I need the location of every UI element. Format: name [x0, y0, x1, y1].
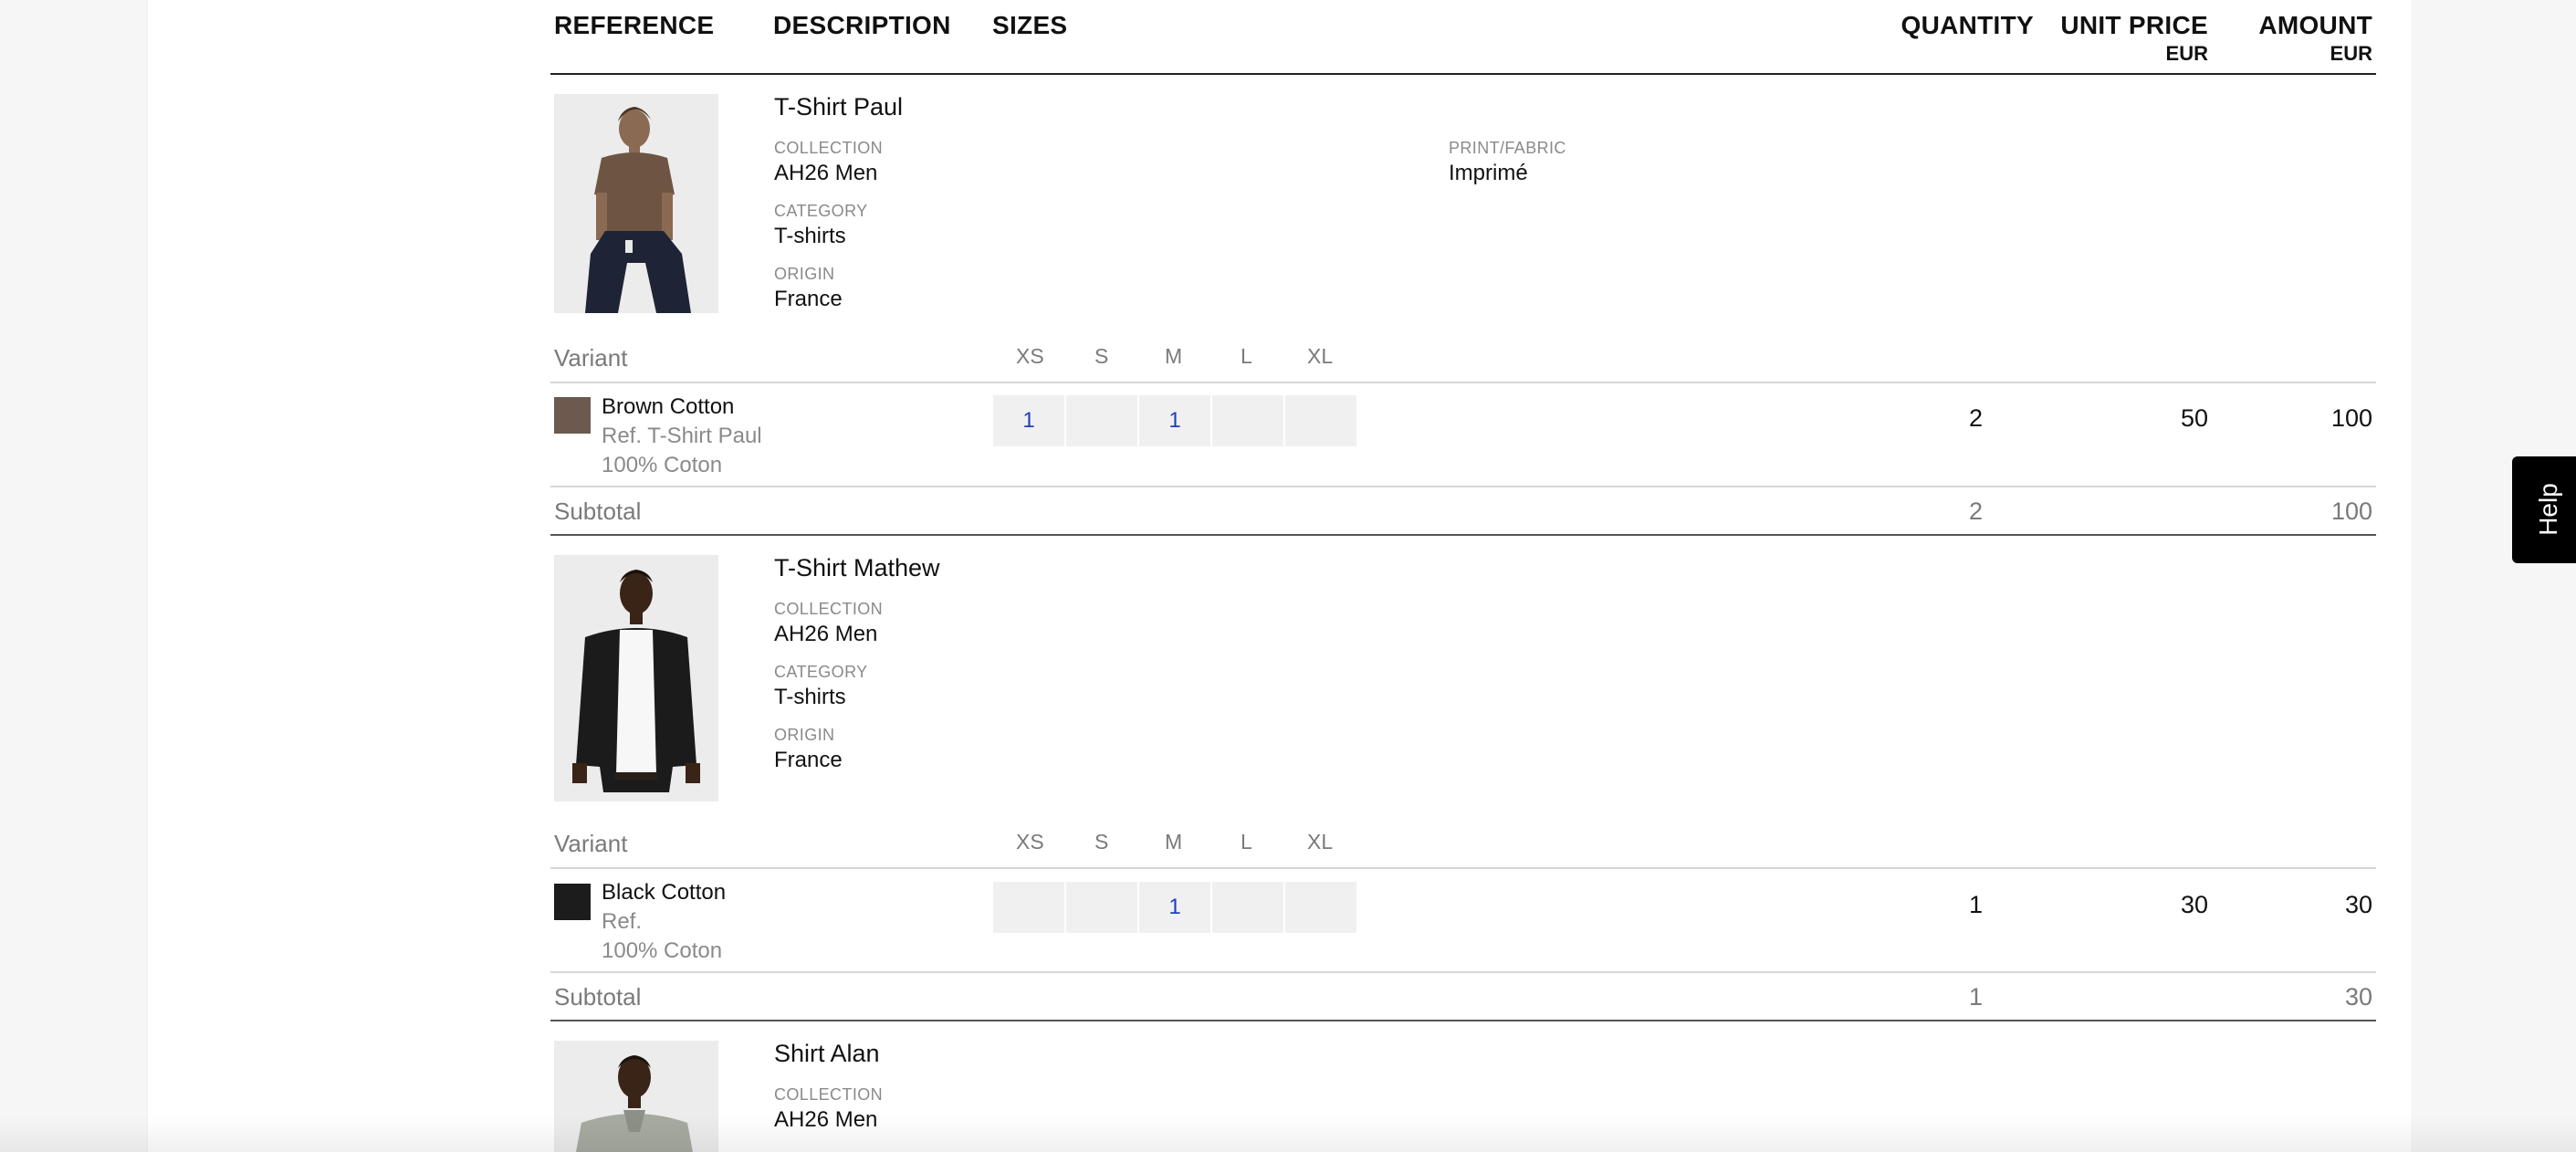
category-label: CATEGORY	[774, 202, 868, 220]
size-header-s: S	[1094, 830, 1109, 854]
color-swatch	[554, 397, 591, 434]
origin-label: ORIGIN	[774, 726, 835, 744]
variant-divider	[550, 867, 2376, 869]
size-qty-s[interactable]	[1066, 395, 1137, 446]
product-image[interactable]	[554, 555, 718, 801]
subtotal-amount: 100	[2330, 497, 2372, 525]
col-header-quantity: QUANTITY	[1901, 11, 2034, 39]
variant-unit-price: 50	[2180, 404, 2208, 432]
unit-price-currency: EUR	[2165, 42, 2208, 65]
variant-composition: 100% Coton	[602, 453, 723, 477]
collection-value: AH26 Men	[774, 622, 878, 646]
size-header-xl: XL	[1307, 830, 1334, 854]
variant-divider	[550, 382, 2376, 383]
origin-label: ORIGIN	[774, 265, 835, 283]
print-fabric-value: Imprimé	[1449, 161, 1528, 185]
amount-currency: EUR	[2330, 42, 2372, 65]
subtotal-label: Subtotal	[554, 497, 642, 525]
collection-label: COLLECTION	[774, 600, 884, 618]
size-qty-l[interactable]	[1212, 395, 1283, 446]
size-header-m: M	[1165, 830, 1183, 854]
size-qty-xl[interactable]	[1285, 882, 1356, 933]
variant-label: Variant	[554, 344, 628, 372]
product-title[interactable]: T-Shirt Mathew	[774, 554, 940, 582]
variant-label: Variant	[554, 830, 628, 857]
header-divider	[550, 73, 2376, 75]
size-qty-l[interactable]	[1212, 882, 1283, 933]
help-button[interactable]: Help	[2512, 456, 2576, 563]
col-header-amount: AMOUNT	[2258, 11, 2372, 39]
origin-value: France	[774, 287, 843, 311]
col-header-reference: REFERENCE	[554, 11, 715, 39]
subtotal-amount: 30	[2344, 983, 2372, 1011]
size-qty-m[interactable]: 1	[1139, 395, 1210, 446]
size-qty-xs[interactable]	[993, 882, 1064, 933]
product-divider	[550, 534, 2376, 536]
variant-amount: 30	[2344, 891, 2372, 918]
category-value: T-shirts	[774, 685, 846, 709]
subtotal-divider	[550, 971, 2376, 973]
variant-amount: 100	[2330, 404, 2372, 432]
color-swatch	[554, 884, 591, 920]
variant-quantity: 1	[1968, 891, 1983, 918]
product-image[interactable]	[554, 94, 718, 313]
size-header-xs: XS	[1016, 830, 1044, 854]
origin-value: France	[774, 748, 843, 772]
col-header-sizes: SIZES	[992, 11, 1068, 39]
col-header-description: DESCRIPTION	[773, 11, 951, 39]
variant-name: Brown Cotton	[602, 394, 735, 419]
collection-label: COLLECTION	[774, 1085, 884, 1104]
size-qty-m[interactable]: 1	[1139, 882, 1210, 933]
subtotal-label: Subtotal	[554, 983, 642, 1011]
size-header-xl: XL	[1307, 344, 1334, 368]
category-label: CATEGORY	[774, 663, 868, 681]
subtotal-quantity: 2	[1968, 497, 1983, 525]
variant-quantity: 2	[1968, 404, 1983, 432]
subtotal-quantity: 1	[1968, 983, 1983, 1011]
variant-unit-price: 30	[2180, 891, 2208, 918]
size-header-l: L	[1241, 830, 1252, 854]
product-title[interactable]: Shirt Alan	[774, 1040, 880, 1068]
order-sheet: REFERENCE DESCRIPTION SIZES QUANTITY UNI…	[148, 0, 2412, 1152]
help-button-label: Help	[2534, 483, 2562, 536]
collection-label: COLLECTION	[774, 139, 884, 157]
size-qty-xs[interactable]: 1	[993, 395, 1064, 446]
collection-value: AH26 Men	[774, 1107, 878, 1132]
product-title[interactable]: T-Shirt Paul	[774, 93, 903, 121]
size-header-s: S	[1094, 344, 1109, 368]
size-qty-s[interactable]	[1066, 882, 1137, 933]
variant-ref: Ref. T-Shirt Paul	[602, 424, 762, 448]
variant-ref: Ref.	[602, 909, 643, 934]
collection-value: AH26 Men	[774, 161, 878, 185]
size-header-m: M	[1165, 344, 1183, 368]
product-divider	[550, 1020, 2376, 1021]
variant-composition: 100% Coton	[602, 938, 723, 963]
size-qty-xl[interactable]	[1285, 395, 1356, 446]
print-fabric-label: PRINT/FABRIC	[1449, 139, 1566, 157]
product-image[interactable]	[554, 1041, 718, 1152]
size-header-l: L	[1241, 344, 1252, 368]
category-value: T-shirts	[774, 224, 846, 248]
subtotal-divider	[550, 486, 2376, 487]
size-header-xs: XS	[1016, 344, 1044, 368]
variant-name: Black Cotton	[602, 880, 727, 905]
col-header-unit-price: UNIT PRICE	[2060, 11, 2208, 39]
